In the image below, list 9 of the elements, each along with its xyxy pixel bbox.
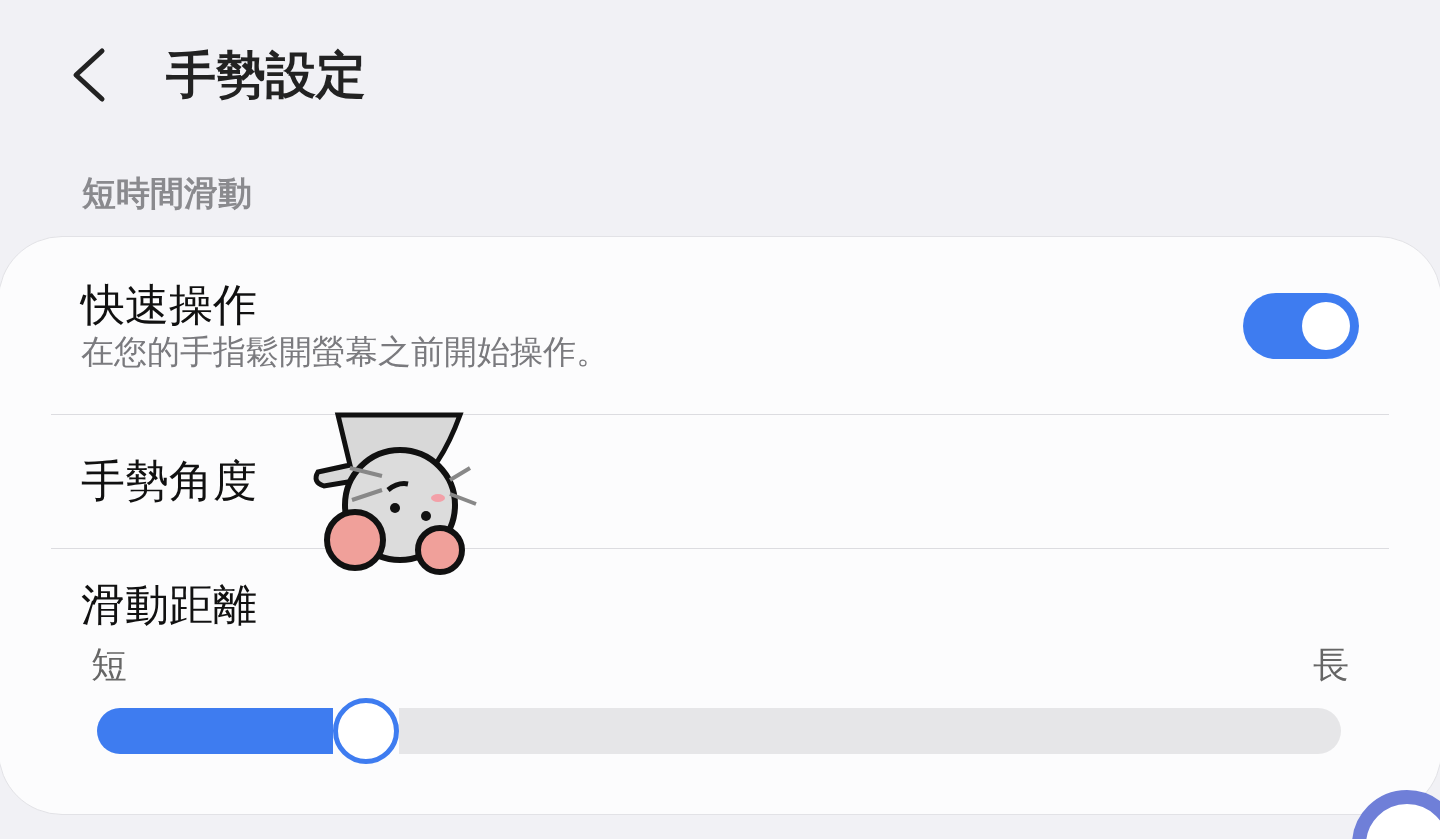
page-title: 手勢設定: [166, 44, 366, 106]
setting-description: 在您的手指鬆開螢幕之前開始操作。: [81, 332, 609, 372]
setting-title: 手勢角度: [81, 455, 257, 508]
setting-title: 滑動距離: [81, 579, 258, 632]
slider-min-label: 短: [91, 642, 127, 687]
slider-max-label: 長: [1313, 642, 1349, 687]
section-header: 短時間滑動: [81, 172, 253, 215]
setting-title: 快速操作: [81, 279, 258, 333]
slider-track[interactable]: [398, 707, 1341, 754]
